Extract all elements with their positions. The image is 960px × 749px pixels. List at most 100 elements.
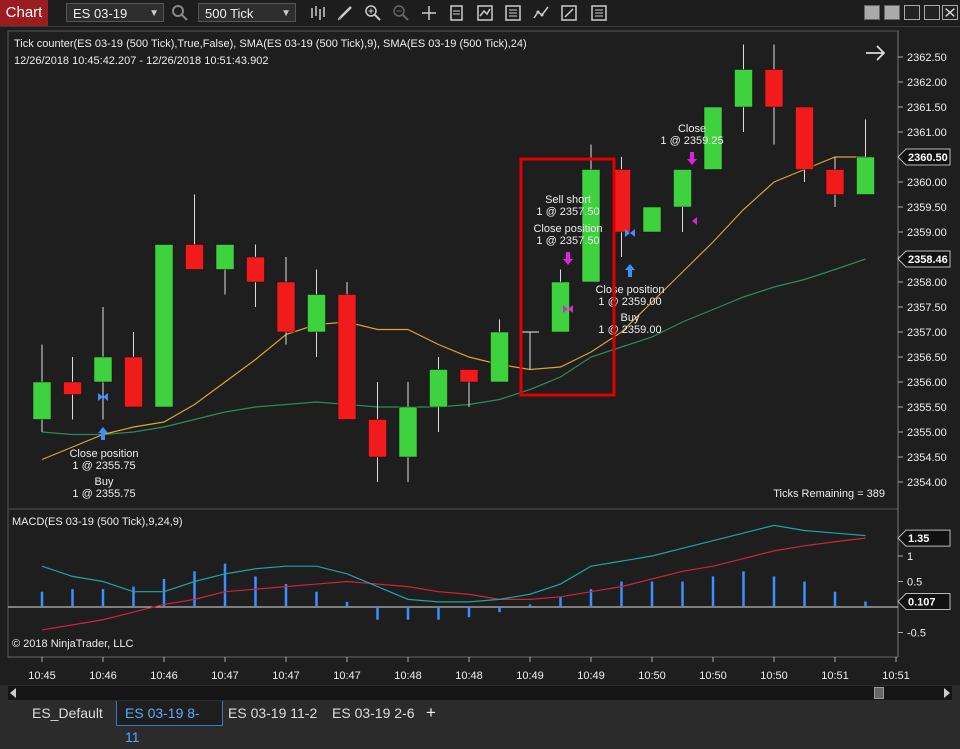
bar-type-icon[interactable] xyxy=(309,4,327,22)
price-label: 2361.50 xyxy=(907,102,947,114)
window-list-icon[interactable] xyxy=(590,4,608,22)
candle-down xyxy=(459,369,479,383)
candle-down xyxy=(764,69,784,108)
zoom-out-icon[interactable] xyxy=(392,4,410,22)
data-box-icon[interactable] xyxy=(448,4,466,22)
interval-selector[interactable]: 500 Tick ▼ xyxy=(198,3,296,22)
time-label: 10:48 xyxy=(455,670,483,682)
scroll-left-icon[interactable] xyxy=(10,688,16,698)
restore-button[interactable] xyxy=(904,5,920,20)
time-label: 10:47 xyxy=(272,670,300,682)
macd-axis-label: -0.5 xyxy=(907,628,926,640)
price-label: 2356.00 xyxy=(907,377,947,389)
candle-up xyxy=(856,156,875,195)
annotation-buy: Buy xyxy=(95,476,114,488)
time-label: 10:50 xyxy=(760,670,788,682)
price-label: 2362.00 xyxy=(907,77,947,89)
macd-axis-label: 1 xyxy=(907,551,913,563)
add-tab-button[interactable]: + xyxy=(418,701,444,725)
candle-up xyxy=(673,169,692,208)
sma-price-tag: 2358.46 xyxy=(908,254,948,266)
candle-up xyxy=(490,331,509,383)
time-label: 10:47 xyxy=(211,670,239,682)
chevron-down-icon: ▼ xyxy=(281,8,291,19)
search-icon[interactable] xyxy=(171,4,189,22)
time-label: 10:46 xyxy=(150,670,178,682)
crosshair-icon[interactable] xyxy=(420,4,438,22)
annotation-buy-price: 1 @ 2359.00 xyxy=(598,324,661,336)
chart-panel[interactable]: Close position 1 @ 2355.75 Buy 1 @ 2355.75 S… xyxy=(0,27,960,685)
annotation-close-position: Close position xyxy=(595,284,664,296)
scroll-thumb[interactable] xyxy=(874,687,884,699)
candle-up xyxy=(93,356,113,383)
candle-down xyxy=(825,169,845,195)
share-icon[interactable] xyxy=(560,4,578,22)
chart-header-range: 12/26/2018 10:45:42.207 - 12/26/2018 10:… xyxy=(14,55,268,67)
tab-es-03-19-11-2[interactable]: ES 03-19 11-2 xyxy=(220,701,325,725)
price-label: 2357.00 xyxy=(907,327,947,339)
time-label: 10:50 xyxy=(699,670,727,682)
tab-bar: ES_Default ES 03-19 8-11 ES 03-19 11-2 E… xyxy=(0,701,960,745)
candle-up xyxy=(429,369,448,408)
macd-panel xyxy=(7,508,899,658)
drawing-tool-icon[interactable] xyxy=(336,4,354,22)
time-label: 10:51 xyxy=(821,670,849,682)
price-label: 2356.50 xyxy=(907,352,947,364)
time-label: 10:48 xyxy=(394,670,422,682)
annotation-close-price: 1 @ 2355.75 xyxy=(72,460,135,472)
price-label: 2357.50 xyxy=(907,302,947,314)
chart-header-title: Tick counter(ES 03-19 (500 Tick),True,Fa… xyxy=(14,38,527,50)
toolbar: Chart ES 03-19 ▼ 500 Tick ▼ xyxy=(0,0,960,27)
properties-icon[interactable] xyxy=(532,4,550,22)
price-chart[interactable]: Close position1 @ 2355.75Buy1 @ 2355.75S… xyxy=(0,27,960,685)
annotation-close: Close xyxy=(678,123,706,135)
price-label: 2358.00 xyxy=(907,277,947,289)
time-label: 10:51 xyxy=(882,670,910,682)
candle-down xyxy=(795,106,814,170)
candle-down xyxy=(337,294,357,420)
candle-up xyxy=(398,406,418,458)
price-label: 2361.00 xyxy=(907,127,947,139)
indicators-icon[interactable] xyxy=(476,4,494,22)
macd-value-tag: 1.35 xyxy=(908,533,929,545)
price-label: 2359.00 xyxy=(907,227,947,239)
candle-down xyxy=(368,419,387,458)
tab-es-03-19-8-11[interactable]: ES 03-19 8-11 xyxy=(116,701,223,745)
annotation-close-price: 1 @ 2359.00 xyxy=(598,296,661,308)
macd-hist-tag: 0.107 xyxy=(908,597,936,609)
price-label: 2362.50 xyxy=(907,52,947,64)
tab-es-03-19-2-6[interactable]: ES 03-19 2-6 xyxy=(324,701,423,725)
instrument-selector[interactable]: ES 03-19 ▼ xyxy=(66,3,164,22)
annotation-close-price: 1 @ 2357.50 xyxy=(536,235,599,247)
candle-up xyxy=(215,244,235,270)
price-label: 2354.00 xyxy=(907,477,947,489)
candle-up xyxy=(734,69,753,108)
minimize-button[interactable] xyxy=(884,5,900,20)
price-label: 2354.50 xyxy=(907,452,947,464)
interval-value: 500 Tick xyxy=(205,6,254,21)
chart-label: Chart xyxy=(0,0,48,26)
annotation-close-position: Close position xyxy=(533,223,602,235)
candle-down xyxy=(124,356,143,408)
time-label: 10:45 xyxy=(28,670,56,682)
maximize-button[interactable] xyxy=(924,5,940,20)
strategies-icon[interactable] xyxy=(504,4,522,22)
time-label: 10:50 xyxy=(638,670,666,682)
chevron-down-icon: ▼ xyxy=(149,8,159,19)
tab-es-default[interactable]: ES_Default xyxy=(24,701,111,725)
last-price-tag: 2360.50 xyxy=(908,152,948,164)
candle-down xyxy=(276,281,296,333)
candle-up xyxy=(551,281,570,333)
candle-down xyxy=(185,244,204,270)
link-button[interactable] xyxy=(864,5,880,20)
time-label: 10:49 xyxy=(516,670,544,682)
copyright: © 2018 NinjaTrader, LLC xyxy=(12,638,133,650)
candle-up xyxy=(307,294,326,333)
close-icon[interactable] xyxy=(942,5,958,20)
scroll-right-icon[interactable] xyxy=(944,688,950,698)
instrument-value: ES 03-19 xyxy=(73,6,128,21)
zoom-in-icon[interactable] xyxy=(364,4,382,22)
annotation-close-position: Close position xyxy=(69,448,138,460)
price-label: 2355.00 xyxy=(907,427,947,439)
horizontal-scrollbar[interactable] xyxy=(8,686,952,700)
